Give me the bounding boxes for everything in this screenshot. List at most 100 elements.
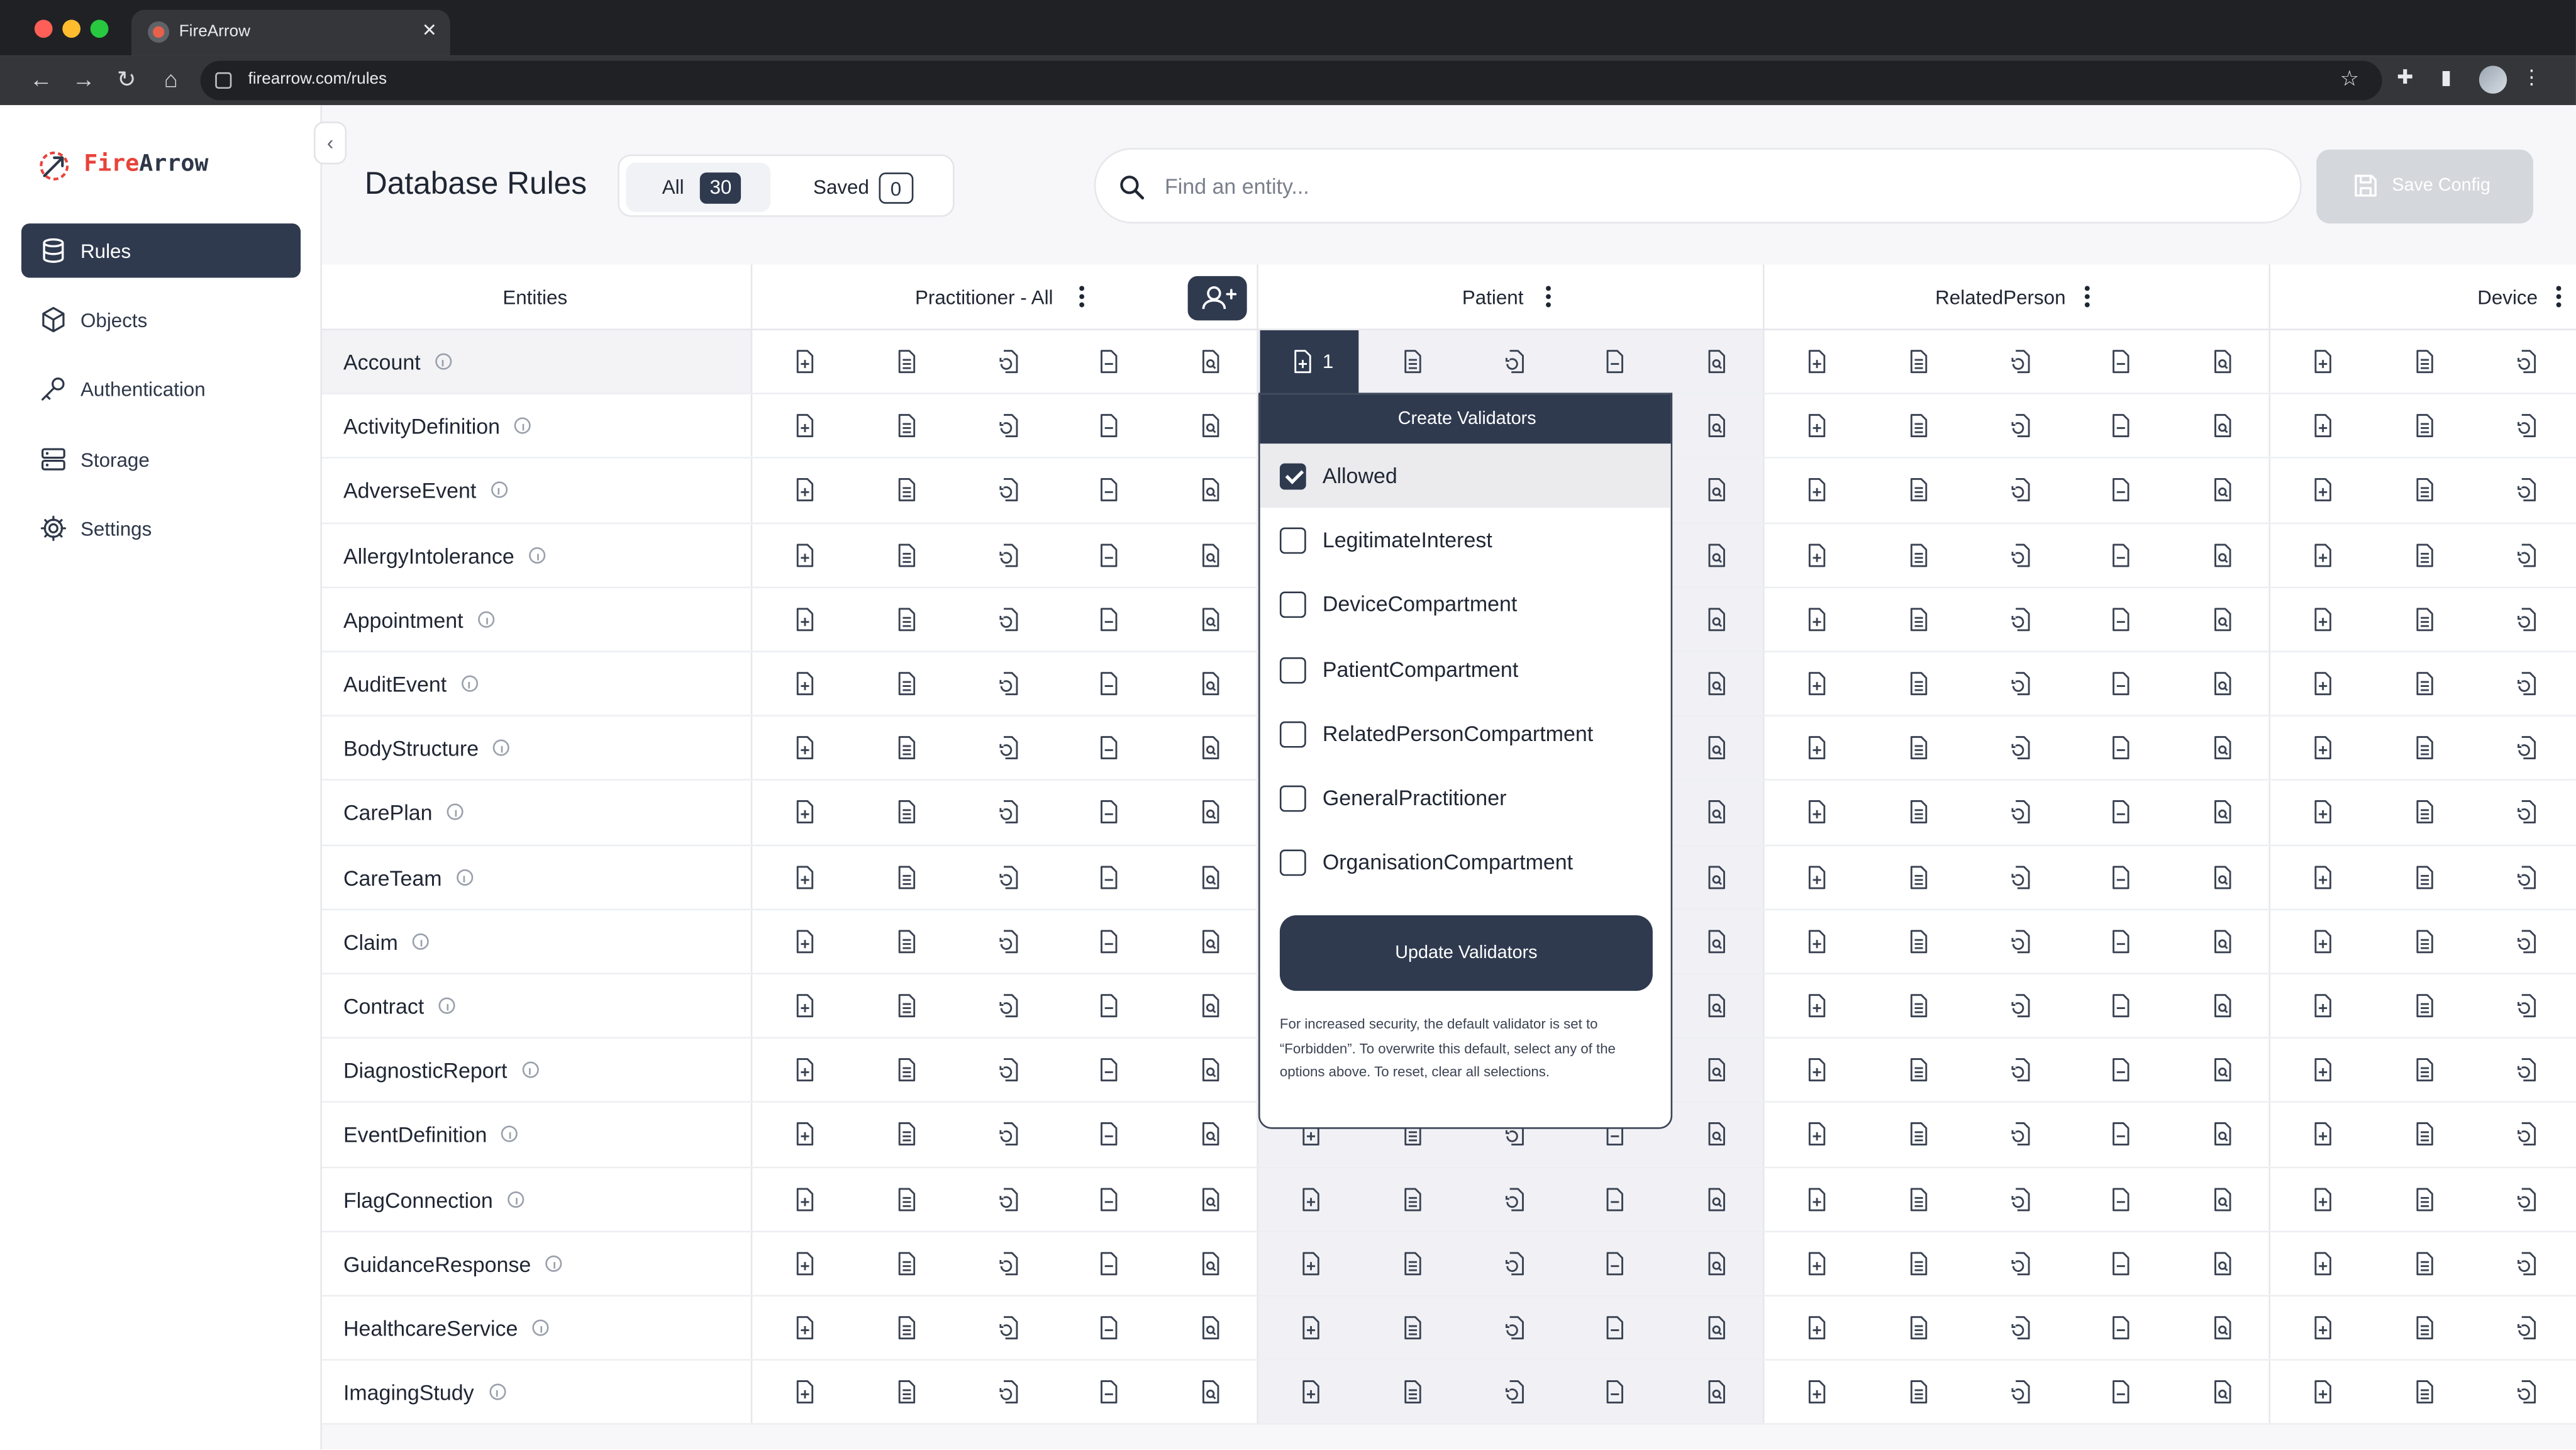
search-rule-icon[interactable]	[1704, 413, 1730, 439]
update-rule-icon[interactable]	[2007, 413, 2034, 439]
create-rule-icon[interactable]	[1804, 606, 1830, 632]
validator-checkbox[interactable]	[1279, 656, 1306, 683]
tab-close-icon[interactable]: ✕	[422, 20, 437, 41]
read-rule-icon[interactable]	[1906, 349, 1932, 375]
sidebar-collapse-button[interactable]: ‹	[313, 121, 347, 165]
search-rule-icon[interactable]	[1704, 1057, 1730, 1083]
search-rule-icon[interactable]	[1197, 477, 1224, 504]
create-rule-icon[interactable]	[2310, 735, 2336, 761]
validator-option[interactable]: LegitimateInterest	[1260, 508, 1671, 572]
read-rule-icon[interactable]	[894, 477, 920, 504]
read-rule-icon[interactable]	[2412, 671, 2438, 697]
read-rule-icon[interactable]	[1906, 1315, 1932, 1341]
create-rule-icon[interactable]	[1804, 477, 1830, 504]
create-rule-icon[interactable]	[1804, 735, 1830, 761]
create-rule-icon[interactable]	[2310, 928, 2336, 954]
update-rule-icon[interactable]	[1502, 1379, 1528, 1405]
info-icon[interactable]	[457, 868, 474, 885]
create-rule-icon[interactable]	[1804, 1315, 1830, 1341]
update-rule-icon[interactable]	[2514, 477, 2540, 504]
remove-rule-icon[interactable]	[1096, 1186, 1122, 1212]
create-rule-icon[interactable]	[1804, 1186, 1830, 1212]
info-icon[interactable]	[501, 1126, 519, 1143]
update-rule-icon[interactable]	[2007, 477, 2034, 504]
remove-rule-icon[interactable]	[1096, 735, 1122, 761]
search-rule-icon[interactable]	[2209, 1122, 2236, 1148]
profile-avatar[interactable]	[2479, 65, 2507, 94]
create-rule-icon[interactable]	[792, 1122, 818, 1148]
create-rule-icon[interactable]	[1804, 671, 1830, 697]
remove-rule-icon[interactable]	[2107, 1057, 2134, 1083]
create-rule-icon[interactable]	[1804, 542, 1830, 568]
info-icon[interactable]	[508, 1190, 525, 1207]
window-zoom-dot[interactable]	[90, 20, 109, 38]
update-rule-icon[interactable]	[996, 1250, 1022, 1276]
filter-saved-tab[interactable]: Saved 0	[784, 163, 948, 212]
search-rule-icon[interactable]	[1704, 1122, 1730, 1148]
update-rule-icon[interactable]	[2007, 542, 2034, 568]
read-rule-icon[interactable]	[2412, 606, 2438, 632]
validator-option[interactable]: Allowed	[1260, 443, 1671, 508]
read-rule-icon[interactable]	[1906, 413, 1932, 439]
search-rule-icon[interactable]	[1197, 800, 1224, 826]
read-rule-icon[interactable]	[894, 993, 920, 1019]
read-rule-icon[interactable]	[1906, 735, 1932, 761]
forward-icon[interactable]: →	[70, 65, 97, 92]
update-rule-icon[interactable]	[2007, 800, 2034, 826]
update-rule-icon[interactable]	[996, 1057, 1022, 1083]
create-rule-icon[interactable]	[2310, 1250, 2336, 1276]
update-rule-icon[interactable]	[996, 477, 1022, 504]
search-rule-icon[interactable]	[2209, 349, 2236, 375]
remove-rule-icon[interactable]	[2107, 1122, 2134, 1148]
info-icon[interactable]	[461, 675, 478, 692]
info-icon[interactable]	[521, 1061, 539, 1079]
search-rule-icon[interactable]	[2209, 1315, 2236, 1341]
read-rule-icon[interactable]	[894, 928, 920, 954]
back-icon[interactable]: ←	[28, 65, 54, 92]
read-rule-icon[interactable]	[1906, 1122, 1932, 1148]
update-rule-icon[interactable]	[2007, 671, 2034, 697]
read-rule-icon[interactable]	[2412, 993, 2438, 1019]
remove-rule-icon[interactable]	[1602, 1315, 1628, 1341]
create-rule-icon[interactable]	[2310, 1315, 2336, 1341]
read-rule-icon[interactable]	[894, 1122, 920, 1148]
update-rule-icon[interactable]	[2007, 1379, 2034, 1405]
read-rule-icon[interactable]	[894, 800, 920, 826]
create-rule-icon[interactable]	[1804, 1057, 1830, 1083]
update-rule-icon[interactable]	[2514, 993, 2540, 1019]
update-rule-icon[interactable]	[2007, 1315, 2034, 1341]
search-rule-icon[interactable]	[1197, 735, 1224, 761]
read-rule-icon[interactable]	[1906, 671, 1932, 697]
column-menu-icon[interactable]	[2556, 286, 2563, 311]
remove-rule-icon[interactable]	[2107, 1379, 2134, 1405]
create-rule-icon[interactable]	[792, 1379, 818, 1405]
update-rule-icon[interactable]	[2514, 1315, 2540, 1341]
create-rule-icon[interactable]	[2310, 606, 2336, 632]
remove-rule-icon[interactable]	[1096, 542, 1122, 568]
search-rule-icon[interactable]	[1704, 928, 1730, 954]
create-rule-icon[interactable]	[1298, 1250, 1324, 1276]
remove-rule-icon[interactable]	[2107, 671, 2134, 697]
update-rule-icon[interactable]	[2007, 1057, 2034, 1083]
search-rule-icon[interactable]	[1704, 864, 1730, 890]
remove-rule-icon[interactable]	[1096, 1379, 1122, 1405]
search-rule-icon[interactable]	[2209, 542, 2236, 568]
search-rule-icon[interactable]	[1197, 1186, 1224, 1212]
remove-rule-icon[interactable]	[2107, 606, 2134, 632]
create-rule-icon[interactable]	[792, 606, 818, 632]
create-rule-icon[interactable]	[792, 864, 818, 890]
search-input[interactable]: Find an entity...	[1094, 148, 2302, 224]
update-rule-icon[interactable]	[2007, 864, 2034, 890]
update-rule-icon[interactable]	[2514, 1057, 2540, 1083]
update-rule-icon[interactable]	[2514, 606, 2540, 632]
info-icon[interactable]	[493, 739, 510, 757]
info-icon[interactable]	[438, 997, 455, 1014]
remove-rule-icon[interactable]	[1096, 349, 1122, 375]
remove-rule-icon[interactable]	[1096, 477, 1122, 504]
filter-all-tab[interactable]: All 30	[626, 162, 771, 212]
create-rule-icon[interactable]	[2310, 671, 2336, 697]
create-rule-icon[interactable]	[2310, 1057, 2336, 1083]
read-rule-icon[interactable]	[894, 671, 920, 697]
read-rule-icon[interactable]	[1906, 1379, 1932, 1405]
update-rule-icon[interactable]	[2514, 864, 2540, 890]
